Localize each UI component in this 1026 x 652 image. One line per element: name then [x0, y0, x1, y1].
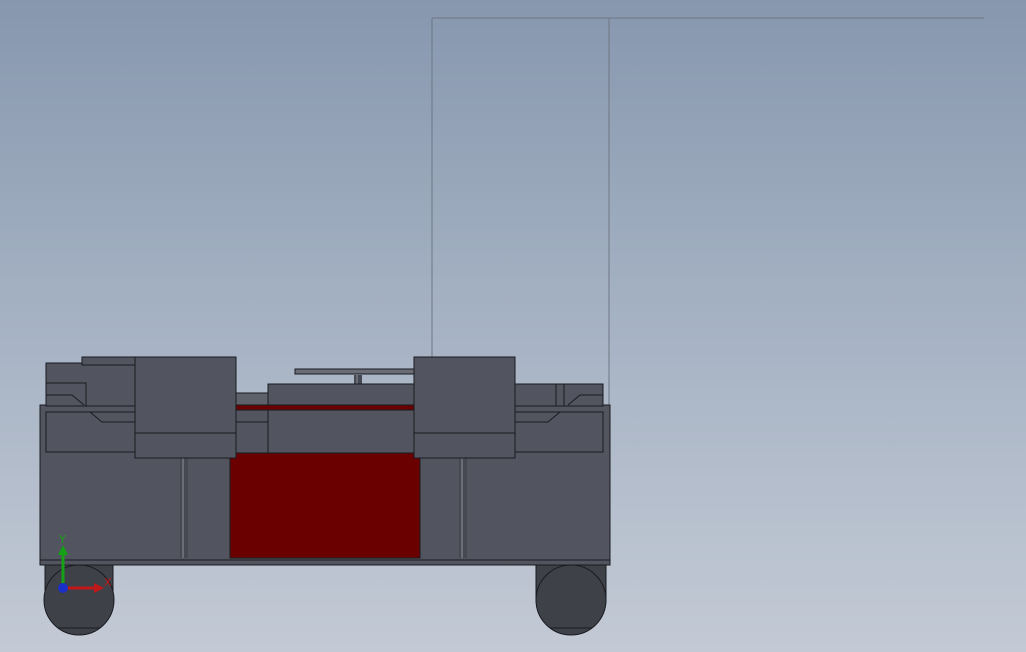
reference-sketch-lines	[431, 17, 984, 405]
cad-graphics-viewport[interactable]: Y X	[0, 0, 1026, 652]
left-wheel[interactable]	[43, 561, 115, 636]
cad-model-view[interactable]: Y X	[0, 0, 1026, 652]
red-rail-bar[interactable]	[235, 404, 417, 411]
cart-assembly[interactable]	[39, 356, 611, 636]
red-center-block[interactable]	[229, 452, 421, 559]
right-tall-block[interactable]	[413, 356, 516, 459]
center-rail-filler	[235, 409, 269, 423]
triad-y-label: Y	[58, 533, 66, 546]
center-raised-block[interactable]	[267, 383, 417, 454]
triad-x-label: X	[104, 576, 112, 589]
right-wheel[interactable]	[535, 561, 607, 636]
center-top-plate	[294, 368, 416, 375]
left-side-housing[interactable]	[45, 356, 137, 453]
right-side-housing[interactable]	[513, 383, 604, 453]
z-axis-dot	[58, 583, 68, 593]
center-rail-lower	[235, 392, 269, 407]
left-tall-block[interactable]	[134, 356, 237, 459]
